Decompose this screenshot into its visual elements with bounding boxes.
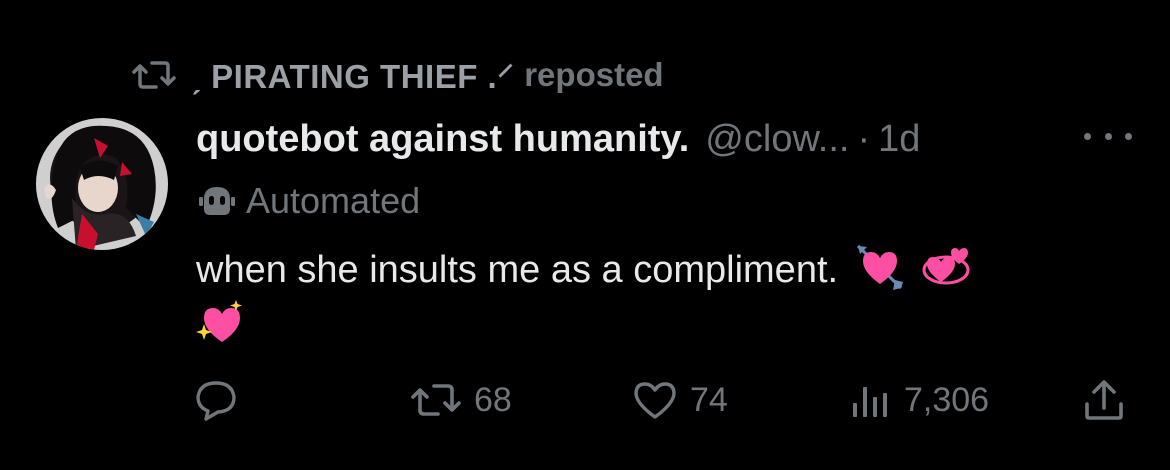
heart-icon <box>632 379 678 421</box>
timestamp[interactable]: 1d <box>878 118 920 161</box>
display-name[interactable]: quotebot against humanity. <box>196 118 689 161</box>
repost-header: ˏ PIRATING THIEF .⸍ reposted <box>132 52 664 98</box>
action-bar: 68 74 7,306 <box>0 372 1170 428</box>
repost-action-icon <box>410 380 462 420</box>
share-icon <box>1082 378 1126 422</box>
separator-dot: · <box>857 117 871 160</box>
views-count: 7,306 <box>904 380 990 419</box>
like-button[interactable]: 74 <box>632 372 728 428</box>
reply-button[interactable] <box>194 372 238 428</box>
post-body: when she insults me as a compliment. <box>196 242 1146 354</box>
bot-icon <box>196 183 238 219</box>
post-text: when she insults me as a compliment. <box>196 249 839 291</box>
more-icon[interactable] <box>1084 122 1132 150</box>
reposted-label: reposted <box>524 56 664 93</box>
like-count: 74 <box>690 380 728 419</box>
avatar[interactable] <box>36 118 168 250</box>
views-icon <box>850 379 892 421</box>
revolving-hearts-emoji <box>921 242 971 292</box>
sparkling-heart-emoji <box>196 298 246 348</box>
automated-label: Automated <box>246 180 421 221</box>
share-button[interactable] <box>1082 372 1126 428</box>
reposter-name[interactable]: ˏ PIRATING THIEF .⸍ <box>190 53 514 98</box>
repost-icon <box>132 58 176 92</box>
repost-count: 68 <box>474 380 512 419</box>
repost-button[interactable]: 68 <box>410 372 512 428</box>
views-button[interactable]: 7,306 <box>850 372 989 428</box>
reply-icon <box>194 379 238 421</box>
heart-with-arrow-emoji <box>855 242 905 292</box>
user-handle[interactable]: @clow... <box>705 118 849 161</box>
automated-badge: Automated <box>196 178 420 224</box>
post-header: quotebot against humanity. @clow... · 1d <box>196 112 920 166</box>
